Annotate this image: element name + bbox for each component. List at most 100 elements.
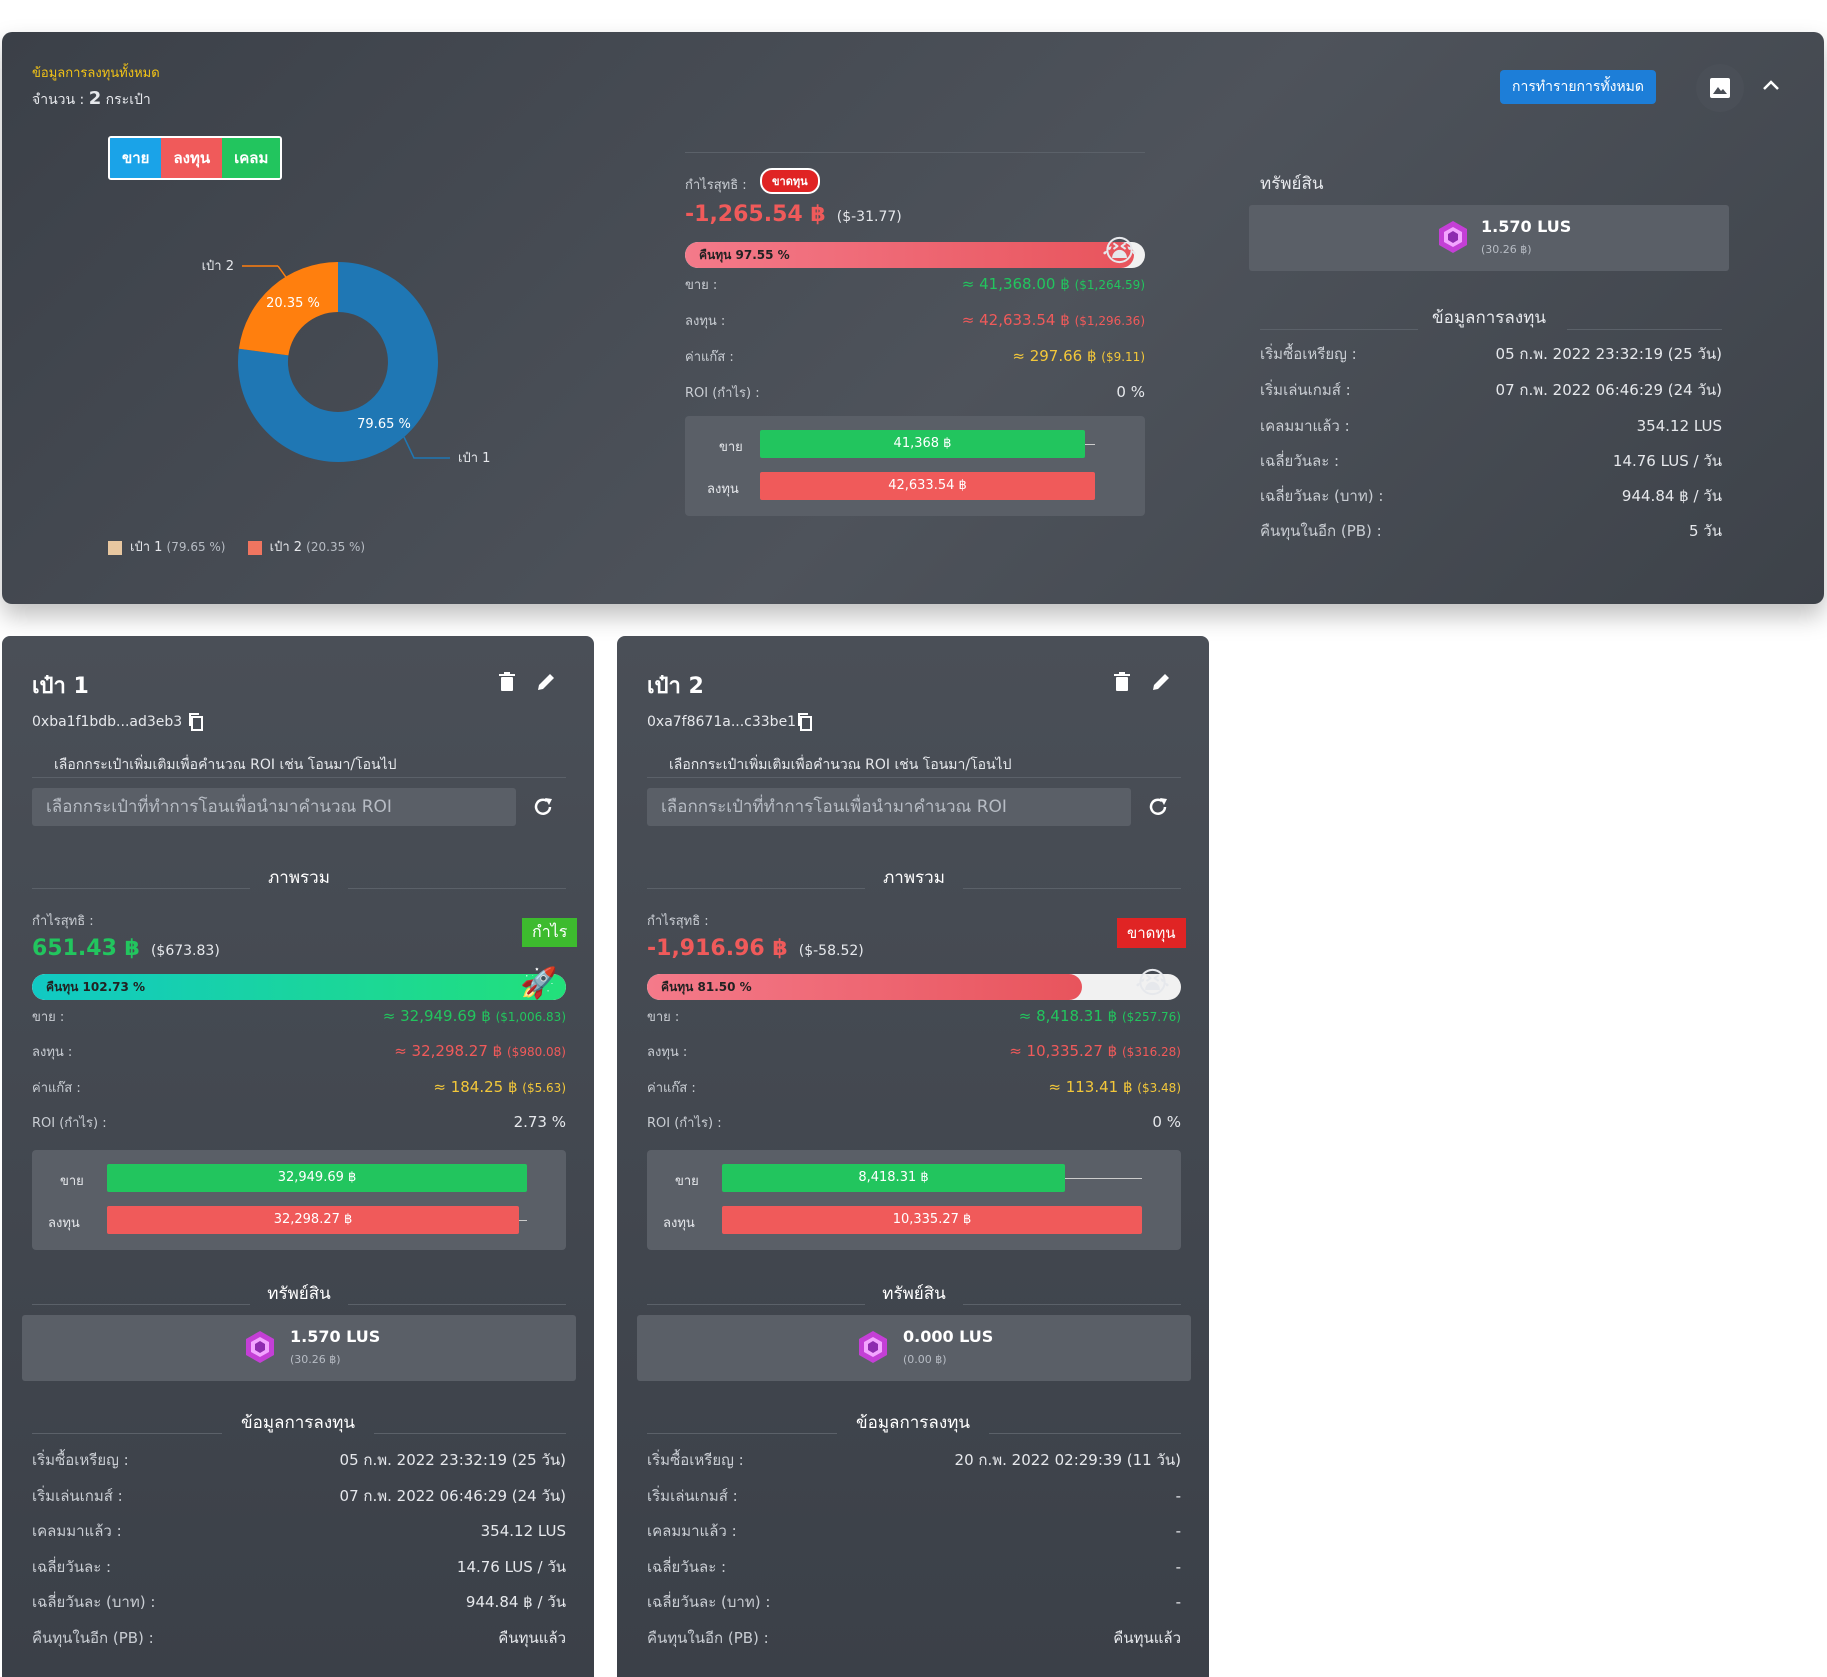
bar-label-invest: ลงทุน [663, 1216, 695, 1231]
summary-title: ข้อมูลการลงทุนทั้งหมด [32, 66, 160, 81]
info-label: เริ่มเล่นเกมส์ : [647, 1487, 738, 1505]
legend-item-wallet-1[interactable]: เป๋า 1 (79.65 %) [108, 540, 230, 555]
row-invest: ลงทุน : ≈ 10,335.27 ฿ ($316.28) [647, 1041, 1181, 1062]
info-value: 05 ก.พ. 2022 23:32:19 (25 วัน) [1495, 345, 1722, 363]
row-label: ROI (กำไร) : [685, 386, 760, 401]
row-value: ≈ 113.41 ฿ [1048, 1078, 1133, 1096]
copy-icon[interactable] [797, 713, 813, 731]
edit-pencil-icon[interactable] [1151, 672, 1171, 692]
copy-icon[interactable] [188, 713, 204, 731]
info-value: 354.12 LUS [480, 1522, 566, 1540]
net-profit: 651.43 ฿ ($673.83) [32, 936, 220, 961]
row-value: ≈ 32,298.27 ฿ [394, 1042, 503, 1060]
donut-pct-1: 79.65 % [357, 417, 411, 432]
wallet-donut-chart: 20.35 % 79.65 % เป๋า 2 เป๋า 1 [202, 259, 491, 466]
row-usd: ($5.63) [522, 1081, 566, 1095]
payback-fill: คืนทุน 102.73 % [32, 974, 566, 1000]
transfer-wallet-select[interactable]: เลือกกระเป๋าที่ทำการโอนเพื่อนำมาคำนวณ RO… [647, 788, 1131, 826]
asset-card: 1.570 LUS (30.26 ฿) [1249, 205, 1729, 271]
assets-title: ทรัพย์สิน [267, 1284, 331, 1304]
info-row: เริ่มซื้อเหรียญ : 20 ก.พ. 2022 02:29:39 (… [647, 1448, 1181, 1472]
image-export-button[interactable] [1696, 64, 1744, 112]
wallet-count-value: 2 [88, 88, 102, 109]
bar-label-sell: ขาย [675, 1174, 699, 1189]
tab-invest[interactable]: ลงทุน [161, 138, 223, 178]
assets-title: ทรัพย์สิน [1260, 174, 1324, 194]
row-label: ค่าแก๊ส : [32, 1081, 81, 1096]
sell-invest-bars: ขาย 41,368 ฿ ลงทุน 42,633.54 ฿ [685, 416, 1145, 516]
overview-title: ภาพรวม [268, 868, 330, 888]
all-transactions-button[interactable]: การทำรายการทั้งหมด [1500, 70, 1657, 104]
row-roi: ROI (กำไร) : 0 % [647, 1112, 1181, 1133]
row-value: 0 % [1152, 1113, 1181, 1131]
info-label: เคลมมาแล้ว : [1260, 417, 1350, 435]
asset-amount: 1.570 LUS [290, 1327, 381, 1346]
net-profit-thb: 651.43 ฿ [32, 936, 140, 961]
info-label: คืนทุนในอีก (PB) : [32, 1629, 154, 1647]
edit-pencil-icon[interactable] [536, 672, 556, 692]
info-label: เคลมมาแล้ว : [647, 1522, 737, 1540]
info-row: เริ่มซื้อเหรียญ : 05 ก.พ. 2022 23:32:19 (… [32, 1448, 566, 1472]
info-row: เฉลี่ยวันละ : 14.76 LUS / วัน [32, 1555, 566, 1579]
asset-card: 1.570 LUS (30.26 ฿) [22, 1315, 576, 1381]
info-value: 5 วัน [1689, 522, 1722, 540]
info-label: เฉลี่ยวันละ : [32, 1558, 112, 1576]
net-profit-usd: ($-58.52) [798, 943, 864, 959]
info-row: เคลมมาแล้ว : - [647, 1519, 1181, 1543]
info-label: เริ่มเล่นเกมส์ : [32, 1487, 123, 1505]
row-usd: ($1,296.36) [1074, 314, 1145, 328]
row-label: ลงทุน : [647, 1045, 688, 1060]
bar-invest: 42,633.54 ฿ [760, 472, 1095, 500]
trash-icon[interactable] [1114, 672, 1130, 692]
row-value: ≈ 8,418.31 ฿ [1018, 1007, 1118, 1025]
tab-sell[interactable]: ขาย [110, 138, 162, 178]
row-gas: ค่าแก๊ส : ≈ 113.41 ฿ ($3.48) [647, 1077, 1181, 1098]
info-label: เฉลี่ยวันละ (บาท) : [32, 1593, 156, 1611]
row-label: ขาย : [647, 1010, 680, 1025]
bar-sell: 32,949.69 ฿ [107, 1164, 527, 1192]
asset-thb: (30.26 ฿) [290, 1353, 341, 1366]
row-label: ขาย : [32, 1010, 65, 1025]
wallet-card-1: เป๋า 1 0xba1f1bdb...ad3eb3 เลือกกระเป๋าเ… [2, 636, 594, 1677]
bar-label-sell: ขาย [60, 1174, 84, 1189]
refresh-icon[interactable] [532, 796, 554, 818]
loss-tag: ขาดทุน [1117, 918, 1186, 948]
collapse-chevron-up-icon[interactable] [1762, 78, 1780, 92]
assets-title: ทรัพย์สิน [882, 1284, 946, 1304]
refresh-icon[interactable] [1147, 796, 1169, 818]
payback-progress: คืนทุน 97.55 % [685, 242, 1145, 268]
wallet-count: จำนวน : 2 กระเป๋า [32, 88, 151, 111]
image-icon [1710, 78, 1730, 98]
info-value: คืนทุนแล้ว [498, 1629, 566, 1647]
bar-label-invest: ลงทุน [707, 482, 739, 497]
tab-claim[interactable]: เคลม [222, 138, 281, 178]
net-profit-usd: ($673.83) [150, 943, 220, 959]
trash-icon[interactable] [499, 672, 515, 692]
summary-row-sell: ขาย : ≈ 41,368.00 ฿ ($1,264.59) [685, 274, 1145, 295]
info-value: 14.76 LUS / วัน [1612, 452, 1722, 470]
chart-tabs: ขาย ลงทุน เคลม [108, 136, 283, 180]
info-value: - [1175, 1487, 1181, 1505]
info-label: เริ่มเล่นเกมส์ : [1260, 381, 1351, 399]
row-value: ≈ 297.66 ฿ [1012, 347, 1097, 365]
legend-item-wallet-2[interactable]: เป๋า 2 (20.35 %) [247, 540, 366, 555]
info-value: 07 ก.พ. 2022 06:46:29 (24 วัน) [339, 1487, 566, 1505]
info-value: 07 ก.พ. 2022 06:46:29 (24 วัน) [1495, 381, 1722, 399]
row-label: ลงทุน : [32, 1045, 73, 1060]
bar-label-invest: ลงทุน [48, 1216, 80, 1231]
row-value: 0 % [1116, 383, 1145, 401]
row-label: ROI (กำไร) : [32, 1116, 107, 1131]
row-usd: ($980.08) [507, 1045, 566, 1059]
transfer-wallet-select[interactable]: เลือกกระเป๋าที่ทำการโอนเพื่อนำมาคำนวณ RO… [32, 788, 516, 826]
info-label: เริ่มซื้อเหรียญ : [32, 1451, 129, 1469]
info-label: เฉลี่ยวันละ : [647, 1558, 727, 1576]
bar-invest: 32,298.27 ฿ [107, 1206, 519, 1234]
donut-pct-2: 20.35 % [266, 296, 320, 311]
bar-invest: 10,335.27 ฿ [722, 1206, 1142, 1234]
row-sell: ขาย : ≈ 32,949.69 ฿ ($1,006.83) [32, 1006, 566, 1027]
info-label: เฉลี่ยวันละ (บาท) : [1260, 487, 1384, 505]
legend-pct-2: (20.35 %) [306, 540, 366, 554]
info-row: เริ่มเล่นเกมส์ : - [647, 1484, 1181, 1508]
info-row: เฉลี่ยวันละ (บาท) : 944.84 ฿ / วัน [32, 1590, 566, 1614]
info-row: เฉลี่ยวันละ : 14.76 LUS / วัน [1260, 449, 1722, 473]
